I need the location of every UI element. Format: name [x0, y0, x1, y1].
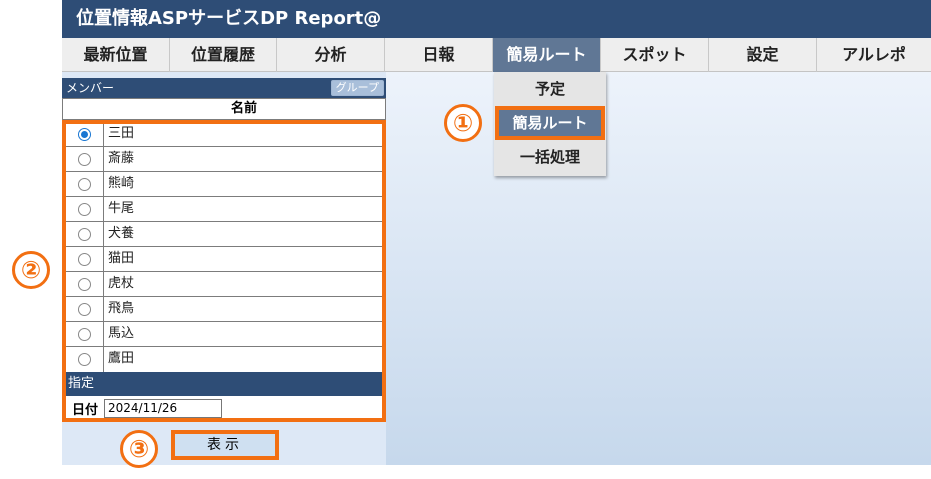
member-row[interactable]: 飛鳥 — [66, 297, 383, 322]
spec-header: 指定 — [66, 372, 383, 396]
main-nav: 最新位置 位置履歴 分析 日報 簡易ルート スポット 設定 アルレポ — [62, 38, 931, 72]
member-radio[interactable] — [78, 353, 91, 366]
member-label: メンバー — [66, 81, 115, 95]
member-name: 牛尾 — [108, 201, 135, 216]
member-list: 三田 斎藤 熊崎 牛尾 犬養 猫田 虎杖 飛鳥 馬込 鷹田 — [66, 122, 383, 372]
member-radio[interactable] — [78, 277, 91, 291]
member-row[interactable]: 斎藤 — [66, 147, 383, 172]
member-name: 馬込 — [108, 326, 135, 341]
member-radio[interactable] — [78, 127, 91, 141]
member-row[interactable]: 虎杖 — [66, 272, 383, 297]
nav-settings[interactable]: 設定 — [709, 38, 817, 72]
date-row: 日付 — [66, 396, 383, 420]
member-header: メンバー グループ — [62, 78, 386, 98]
member-name: 猫田 — [108, 251, 135, 266]
nav-alrepo[interactable]: アルレポ — [817, 38, 931, 72]
member-radio[interactable] — [78, 202, 91, 216]
member-radio[interactable] — [78, 177, 91, 191]
member-row[interactable]: 熊崎 — [66, 172, 383, 197]
member-name: 犬養 — [108, 226, 135, 241]
callout-3: ③ — [120, 430, 158, 468]
member-row[interactable]: 猫田 — [66, 247, 383, 272]
nav-position-history[interactable]: 位置履歴 — [170, 38, 277, 72]
callout-1: ① — [444, 104, 482, 142]
member-radio[interactable] — [78, 152, 91, 166]
dropdown-item-simple-route[interactable]: 簡易ルート — [495, 106, 605, 140]
member-name: 鷹田 — [108, 351, 135, 366]
nav-simple-route[interactable]: 簡易ルート — [493, 38, 601, 72]
show-button[interactable]: 表示 — [171, 430, 279, 460]
member-name: 飛鳥 — [108, 301, 135, 316]
member-panel: メンバー グループ 名前 三田 斎藤 熊崎 牛尾 犬養 猫田 虎杖 飛鳥 馬込 … — [62, 72, 386, 465]
nav-analysis[interactable]: 分析 — [277, 38, 385, 72]
member-row[interactable]: 馬込 — [66, 322, 383, 347]
member-row[interactable]: 三田 — [66, 122, 383, 147]
member-radio[interactable] — [78, 302, 91, 316]
nav-daily-report[interactable]: 日報 — [385, 38, 493, 72]
member-name: 虎杖 — [108, 276, 135, 291]
member-radio[interactable] — [78, 252, 91, 266]
nav-spot[interactable]: スポット — [601, 38, 709, 72]
dropdown-item-batch[interactable]: 一括処理 — [494, 140, 606, 174]
date-label: 日付 — [72, 402, 99, 418]
nav-latest-position[interactable]: 最新位置 — [62, 38, 170, 72]
member-radio[interactable] — [78, 227, 91, 241]
callout-2: ② — [12, 251, 50, 289]
group-button[interactable]: グループ — [330, 80, 384, 96]
app-title: 位置情報ASPサービスDP Report@ — [62, 0, 931, 38]
member-row[interactable]: 犬養 — [66, 222, 383, 247]
member-radio[interactable] — [78, 327, 91, 341]
member-row[interactable]: 牛尾 — [66, 197, 383, 222]
member-row[interactable]: 鷹田 — [66, 347, 383, 372]
name-column-header: 名前 — [62, 98, 386, 120]
member-name: 熊崎 — [108, 176, 135, 191]
dropdown-item-schedule[interactable]: 予定 — [494, 72, 606, 106]
member-name: 斎藤 — [108, 151, 135, 166]
app-frame: 位置情報ASPサービスDP Report@ 最新位置 位置履歴 分析 日報 簡易… — [62, 0, 931, 465]
member-name: 三田 — [108, 126, 135, 141]
simple-route-dropdown: 予定 簡易ルート 一括処理 — [494, 72, 606, 176]
date-input[interactable] — [104, 398, 223, 418]
